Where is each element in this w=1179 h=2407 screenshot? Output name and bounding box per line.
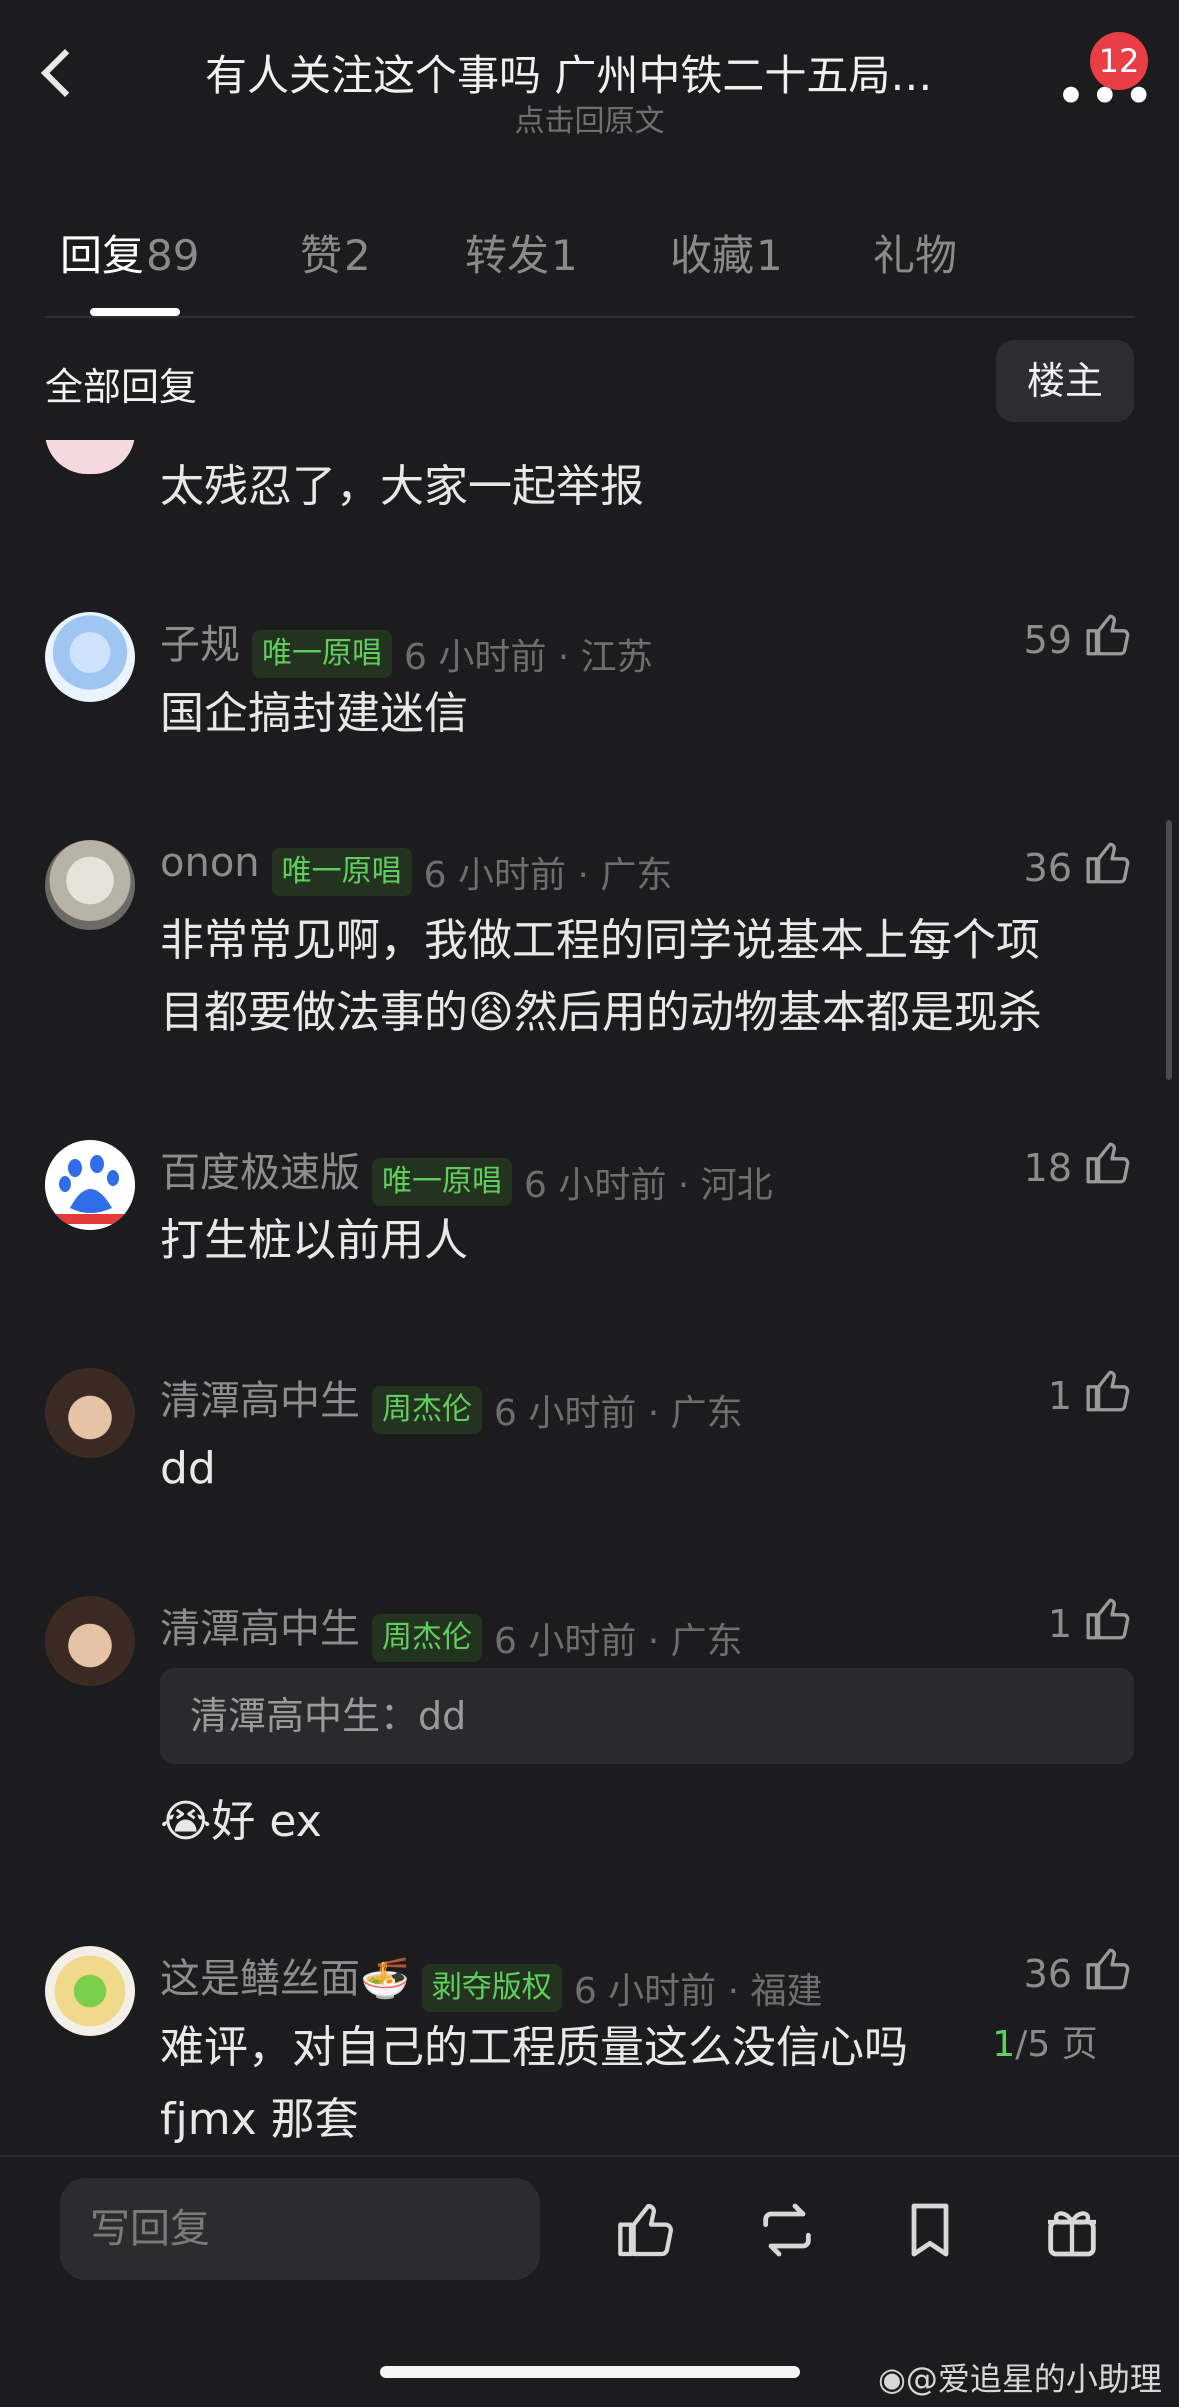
- comment-meta: 6 小时前 · 福建: [573, 1970, 823, 2012]
- owner-only-button[interactable]: 楼主: [996, 340, 1134, 422]
- comment-meta: 6 小时前 · 广东: [423, 854, 673, 896]
- comment-header: 清潭高中生 周杰伦 6 小时前 · 广东: [160, 1596, 743, 1664]
- username[interactable]: 这是鳝丝面🍜: [160, 1956, 410, 2002]
- tab-count: 1: [756, 231, 783, 280]
- username[interactable]: 子规: [160, 622, 240, 668]
- weibo-icon: ◉: [878, 2360, 906, 2398]
- avatar[interactable]: [45, 840, 135, 930]
- like-icon[interactable]: [615, 2198, 679, 2262]
- username[interactable]: 清潭高中生: [160, 1606, 360, 1652]
- notification-badge: 12: [1090, 32, 1148, 90]
- page-title[interactable]: 有人关注这个事吗 广州中铁二十五局…: [205, 42, 975, 103]
- avatar[interactable]: [45, 1368, 135, 1458]
- like-count: 59: [1023, 618, 1072, 662]
- tab-replies[interactable]: 回复89: [60, 222, 199, 283]
- back-to-original-link[interactable]: 点击回原文: [0, 96, 1179, 140]
- avatar[interactable]: [45, 612, 135, 702]
- comment-meta: 6 小时前 · 河北: [524, 1164, 773, 1206]
- comment-text: 国企搞封建迷信: [160, 688, 468, 739]
- tab-count: 1: [551, 231, 578, 280]
- comment-header: 清潭高中生 周杰伦 6 小时前 · 广东: [160, 1368, 743, 1436]
- tab-label: 礼物: [873, 231, 958, 280]
- comment-text: 太残忍了，大家一起举报: [160, 461, 644, 512]
- avatar[interactable]: [45, 1140, 135, 1230]
- like-count: 36: [1023, 846, 1072, 890]
- tab-label: 转发: [465, 231, 550, 280]
- comment-line: 目都要做法事的😩然后用的动物基本都是现杀: [160, 987, 1042, 1038]
- tab-label: 收藏: [670, 231, 755, 280]
- comment-header: 子规 唯一原唱 6 小时前 · 江苏: [160, 612, 653, 680]
- avatar[interactable]: [45, 1946, 135, 2036]
- comment-meta: 6 小时前 · 广东: [494, 1620, 743, 1662]
- active-tab-indicator: [90, 308, 180, 316]
- avatar[interactable]: [45, 1596, 135, 1686]
- fan-tag: 周杰伦: [372, 1385, 482, 1434]
- bookmark-icon[interactable]: [898, 2198, 962, 2262]
- like-count: 36: [1023, 1952, 1072, 1996]
- back-icon[interactable]: [40, 48, 90, 98]
- reply-input[interactable]: 写回复: [60, 2178, 540, 2280]
- like-icon[interactable]: [1084, 1138, 1134, 1188]
- like-icon[interactable]: [1084, 1366, 1134, 1416]
- watermark: ◉@爱追星的小助理: [878, 2354, 1162, 2400]
- fan-tag: 剥夺版权: [421, 1963, 562, 2012]
- like-icon[interactable]: [1084, 838, 1134, 888]
- username[interactable]: 清潭高中生: [160, 1378, 360, 1424]
- repost-icon[interactable]: [755, 2198, 819, 2262]
- all-replies-label: 全部回复: [45, 365, 198, 409]
- tab-count: 2: [344, 231, 371, 280]
- comment-line: fjmx 那套: [160, 2094, 359, 2145]
- divider: [45, 316, 1135, 318]
- comment-meta: 6 小时前 · 江苏: [404, 636, 653, 678]
- home-indicator[interactable]: [380, 2366, 800, 2378]
- like-count: 1: [1047, 1374, 1072, 1418]
- comment-text: 非常常见啊，我做工程的同学说基本上每个项 目都要做法事的😩然后用的动物基本都是现…: [160, 905, 1160, 1049]
- baidu-logo-icon: [45, 1140, 135, 1230]
- comment-header: 百度极速版 唯一原唱 6 小时前 · 河北: [160, 1140, 773, 1208]
- fan-tag: 唯一原唱: [252, 629, 392, 678]
- like-count: 1: [1047, 1602, 1072, 1646]
- current-page: 1: [992, 2024, 1016, 2065]
- comment-text: dd: [160, 1443, 216, 1494]
- comment-meta: 6 小时前 · 广东: [494, 1392, 743, 1434]
- tab-likes[interactable]: 赞2: [300, 222, 371, 283]
- tab-label: 赞: [300, 231, 343, 280]
- tab-gifts[interactable]: 礼物: [873, 222, 957, 283]
- comment-text: 😭好 ex: [160, 1796, 322, 1847]
- fan-tag: 唯一原唱: [271, 847, 412, 896]
- quoted-reply[interactable]: 清潭高中生：dd: [160, 1668, 1134, 1764]
- fan-tag: 周杰伦: [372, 1613, 482, 1662]
- tab-count: 89: [146, 231, 200, 280]
- tab-reposts[interactable]: 转发1: [465, 222, 578, 283]
- tab-favorites[interactable]: 收藏1: [670, 222, 783, 283]
- username[interactable]: onon: [160, 840, 260, 886]
- like-count: 18: [1023, 1146, 1072, 1190]
- like-icon[interactable]: [1084, 610, 1134, 660]
- scrollbar[interactable]: [1166, 820, 1172, 1080]
- total-pages: /5 页: [1015, 2024, 1098, 2065]
- tab-label: 回复: [60, 231, 145, 280]
- fan-tag: 唯一原唱: [372, 1157, 512, 1206]
- comment-header: 这是鳝丝面🍜 剥夺版权 6 小时前 · 福建: [160, 1946, 823, 2014]
- username[interactable]: 百度极速版: [160, 1150, 360, 1196]
- page-indicator[interactable]: 1/5 页: [960, 2005, 1130, 2085]
- like-icon[interactable]: [1084, 1944, 1134, 1994]
- like-icon[interactable]: [1084, 1594, 1134, 1644]
- comment-text: 打生桩以前用人: [160, 1215, 468, 1266]
- gift-icon[interactable]: [1040, 2198, 1104, 2262]
- comment-header: onon 唯一原唱 6 小时前 · 广东: [160, 840, 672, 898]
- comment-line: 非常常见啊，我做工程的同学说基本上每个项: [160, 915, 1040, 966]
- watermark-text: @爱追星的小助理: [905, 2360, 1162, 2398]
